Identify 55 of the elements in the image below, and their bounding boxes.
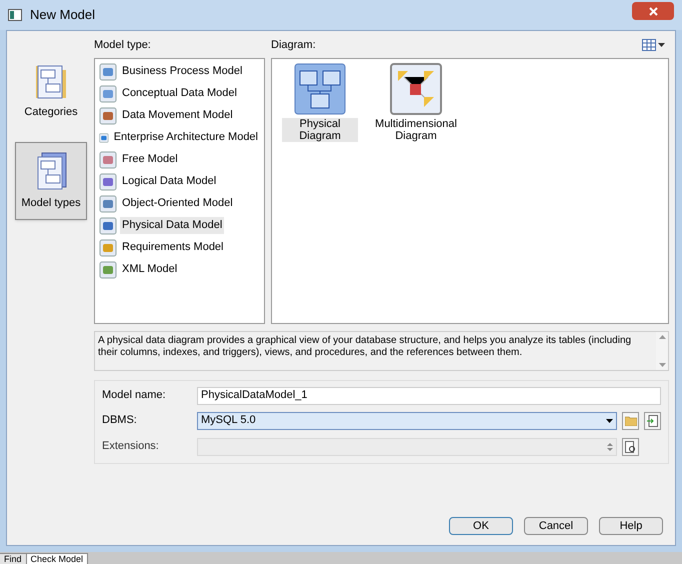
grid-view-icon (642, 39, 656, 52)
category-button[interactable]: Model types (15, 142, 87, 220)
document-magnifier-icon (625, 440, 636, 452)
model-icon (99, 238, 117, 256)
model-type-item[interactable]: XML Model (120, 261, 180, 278)
model-type-item[interactable]: Free Model (120, 151, 180, 168)
model-icon (99, 172, 117, 190)
dbms-dropdown[interactable]: MySQL 5.0 (197, 412, 617, 430)
model-type-item[interactable]: Data Movement Model (120, 107, 235, 124)
window-title: New Model (30, 6, 96, 24)
field-label: Extensions: (102, 439, 160, 454)
bottom-tab[interactable]: Check Model (26, 553, 88, 564)
folder-icon (624, 416, 636, 426)
model-type-item[interactable]: Physical Data Model (120, 217, 224, 234)
model-type-item[interactable]: Requirements Model (120, 239, 226, 256)
bottom-tab[interactable]: Find (0, 553, 27, 564)
model-icon (99, 106, 117, 124)
close-icon (648, 6, 658, 16)
model-type-item[interactable]: Logical Data Model (120, 173, 218, 190)
properties-button[interactable] (622, 438, 639, 456)
table-diagram-icon (294, 62, 346, 114)
dropdown-caret-icon (606, 418, 613, 422)
dialog-button[interactable]: OK (449, 517, 513, 535)
close-button[interactable] (632, 2, 674, 20)
dialog-button[interactable]: Cancel (524, 517, 588, 535)
model-icon (99, 150, 117, 168)
dropdown-caret-icon (658, 43, 665, 48)
model-type-item[interactable]: Business Process Model (120, 63, 244, 80)
model-type-item[interactable]: Enterprise Architecture Model (112, 129, 260, 146)
diagram-item[interactable]: Multidimensional Diagram (373, 118, 459, 142)
model-type-item[interactable]: Conceptual Data Model (120, 85, 239, 102)
scrollbar[interactable] (656, 332, 668, 370)
model-name-field[interactable]: PhysicalDataModel_1 (197, 386, 661, 404)
scroll-down-icon (658, 362, 666, 366)
diagram-label: Diagram: (271, 38, 316, 53)
view-mode-button[interactable] (642, 39, 665, 52)
model-icon (99, 62, 117, 80)
description-text: A physical data diagram provides a graphical view of your database structure, and helps you analyze its tables (including their columns, indexes, and triggers), views, and procedures, and the references between them. (97, 334, 632, 360)
browse-button[interactable] (622, 412, 639, 430)
category-button[interactable]: Categories (15, 51, 87, 130)
model-icon (99, 216, 117, 234)
model-type-label: Model type: (94, 38, 152, 53)
import-button[interactable] (644, 412, 661, 430)
dialog-button[interactable]: Help (599, 517, 663, 535)
model-icon (99, 194, 117, 212)
cube-diagram-icon (390, 62, 442, 114)
model-icon (99, 84, 117, 102)
window-app-icon (8, 9, 22, 21)
diagram-item[interactable]: Physical Diagram (282, 118, 358, 142)
field-label: DBMS: (102, 413, 138, 428)
scroll-up-icon (658, 334, 666, 338)
model-type-item[interactable]: Object-Oriented Model (120, 195, 235, 212)
model-icon (99, 260, 117, 278)
field-label: Model name: (102, 388, 167, 404)
spinner-arrows-icon (607, 442, 613, 452)
